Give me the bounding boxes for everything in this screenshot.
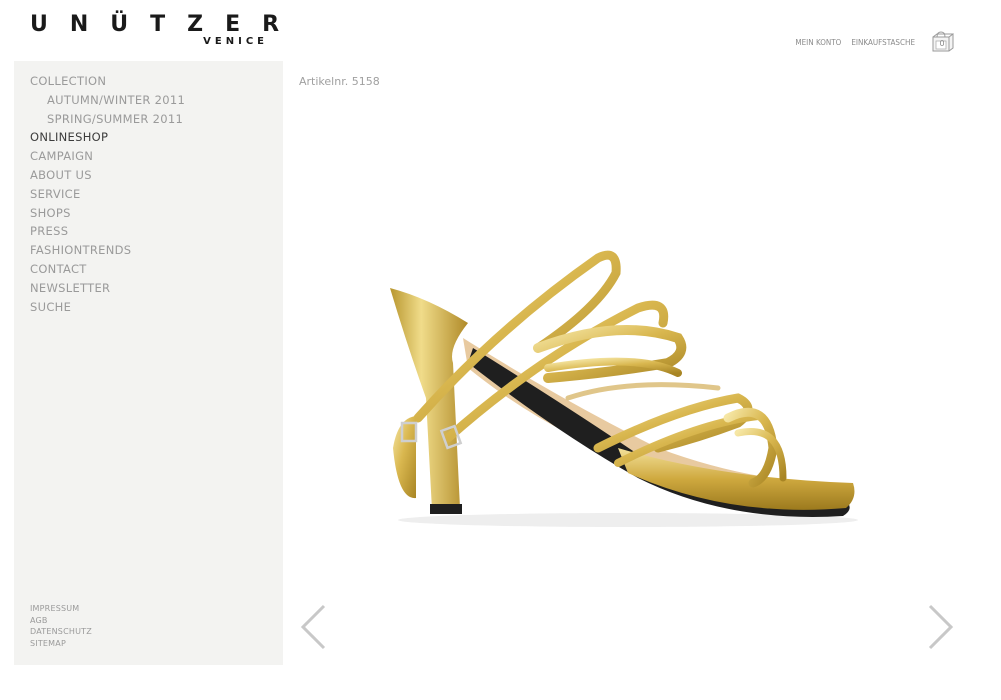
chevron-right-icon <box>928 604 954 650</box>
account-nav: MEIN KONTO EINKAUFSTASCHE 0 <box>795 28 955 56</box>
my-account-link[interactable]: MEIN KONTO <box>795 38 841 47</box>
next-arrow[interactable] <box>926 603 956 651</box>
article-number: Artikelnr. 5158 <box>299 75 380 88</box>
sidebar-item-contact[interactable]: CONTACT <box>30 260 185 279</box>
sidebar-item-autumn-winter-2011[interactable]: AUTUMN/WINTER 2011 <box>30 91 185 110</box>
sidebar-item-about-us[interactable]: ABOUT US <box>30 166 185 185</box>
brand-subtitle: VENICE <box>203 36 268 47</box>
footer-link-impressum[interactable]: IMPRESSUM <box>30 603 92 615</box>
sidebar-item-service[interactable]: SERVICE <box>30 185 185 204</box>
brand-logo[interactable]: UNÜTZER VENICE <box>30 12 279 48</box>
main-nav: COLLECTION AUTUMN/WINTER 2011 SPRING/SUMME… <box>30 72 185 316</box>
sidebar-item-fashiontrends[interactable]: FASHIONTRENDS <box>30 241 185 260</box>
sidebar-item-spring-summer-2011[interactable]: SPRING/SUMMER 2011 <box>30 110 185 129</box>
previous-arrow[interactable] <box>298 603 328 651</box>
page: UNÜTZER VENICE MEIN KONTO EINKAUFSTASCHE… <box>0 0 1001 700</box>
footer-link-sitemap[interactable]: SITEMAP <box>30 638 92 650</box>
bag-count: 0 <box>939 39 945 48</box>
shopping-bag-icon[interactable]: 0 <box>931 31 955 53</box>
sidebar-item-campaign[interactable]: CAMPAIGN <box>30 147 185 166</box>
chevron-left-icon <box>300 604 326 650</box>
sidebar-item-press[interactable]: PRESS <box>30 222 185 241</box>
sidebar-item-collection[interactable]: COLLECTION <box>30 72 185 91</box>
sidebar-item-newsletter[interactable]: NEWSLETTER <box>30 279 185 298</box>
sidebar-item-onlineshop[interactable]: ONLINESHOP <box>30 128 185 147</box>
shopping-bag-link[interactable]: EINKAUFSTASCHE <box>851 38 915 47</box>
sidebar-item-shops[interactable]: SHOPS <box>30 204 185 223</box>
footer-nav: IMPRESSUM AGB DATENSCHUTZ SITEMAP <box>30 603 92 649</box>
sidebar: COLLECTION AUTUMN/WINTER 2011 SPRING/SUMME… <box>14 61 283 665</box>
sidebar-item-suche[interactable]: SUCHE <box>30 298 185 317</box>
footer-link-agb[interactable]: AGB <box>30 615 92 627</box>
product-image[interactable] <box>298 148 934 608</box>
brand-name: UNÜTZER <box>30 12 302 37</box>
sandal-illustration <box>390 250 858 527</box>
footer-link-datenschutz[interactable]: DATENSCHUTZ <box>30 626 92 638</box>
